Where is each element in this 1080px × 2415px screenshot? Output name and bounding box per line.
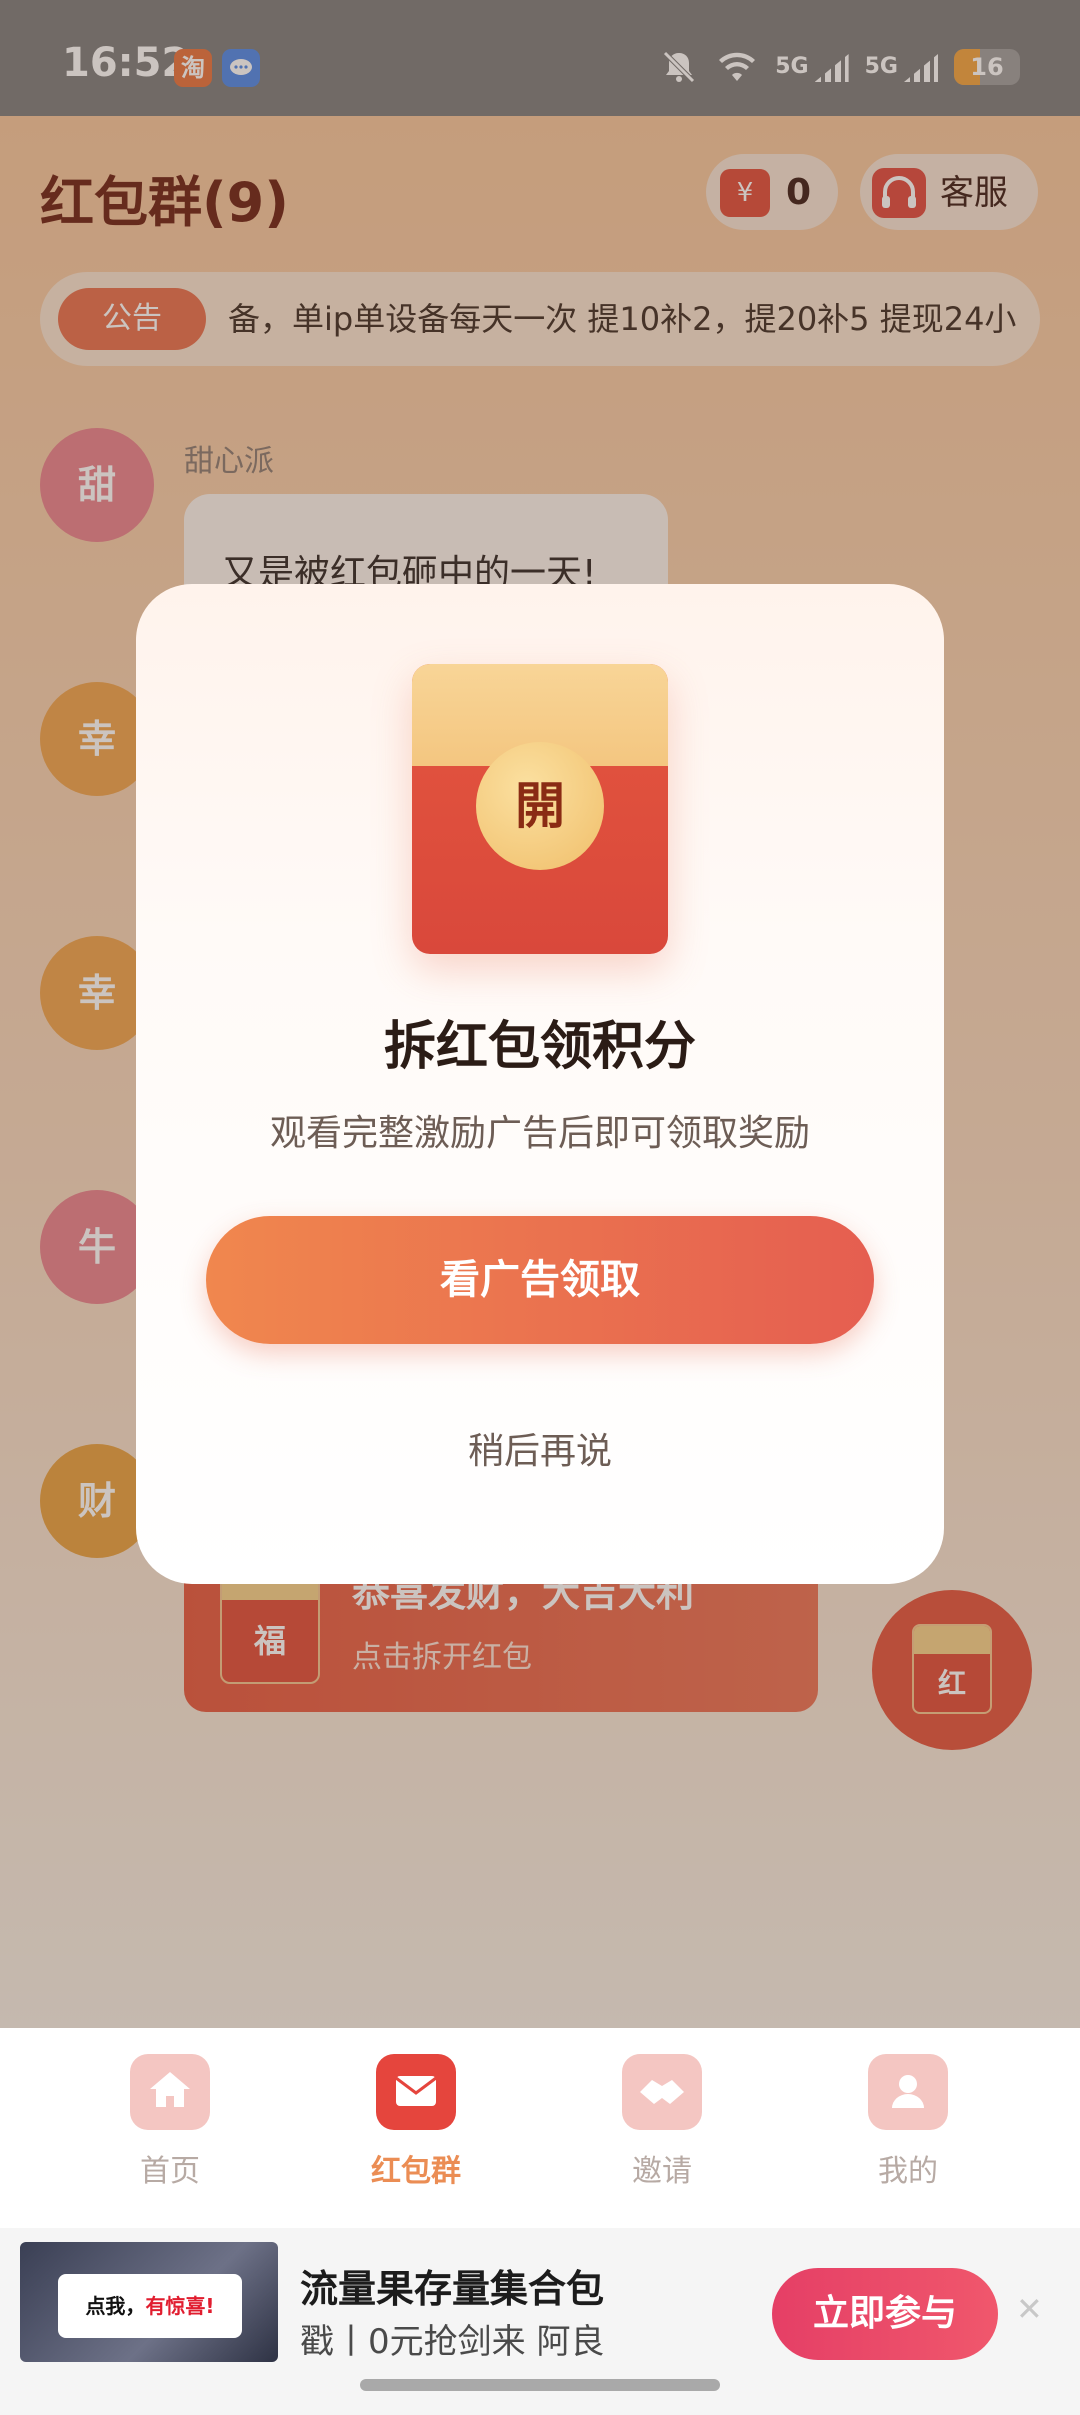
home-indicator[interactable]	[360, 2379, 720, 2391]
tab-invite[interactable]: 邀请	[562, 2054, 762, 2190]
dialog-description: 观看完整激励广告后即可领取奖励	[269, 1113, 810, 1154]
ad-subtitle: 戳丨0元抢剑来 阿良	[300, 2322, 605, 2362]
handshake-icon	[622, 2054, 702, 2130]
tab-label: 邀请	[632, 2154, 692, 2189]
maybe-later-button[interactable]: 稍后再说	[136, 1422, 944, 1474]
watch-ad-claim-button[interactable]: 看广告领取	[206, 1216, 874, 1344]
tab-home[interactable]: 首页	[70, 2054, 270, 2190]
tab-red-packet-group[interactable]: 红包群	[316, 2054, 516, 2190]
ad-title: 流量果存量集合包	[300, 2267, 605, 2311]
envelope-icon	[376, 2054, 456, 2130]
home-icon	[130, 2054, 210, 2130]
ad-thumb-text-red: 有惊喜!	[145, 2294, 215, 2318]
tab-profile[interactable]: 我的	[808, 2054, 1008, 2190]
tab-label: 我的	[878, 2154, 938, 2189]
ad-thumbnail-tag: 点我，有惊喜!	[58, 2274, 242, 2338]
person-icon	[868, 2054, 948, 2130]
tab-label: 红包群	[371, 2154, 461, 2189]
red-envelope-illustration: 開	[412, 664, 668, 954]
ad-thumbnail[interactable]: 点我，有惊喜!	[20, 2242, 278, 2362]
ad-thumb-text: 点我，	[85, 2294, 146, 2318]
open-red-packet-dialog: 開 拆红包领积分 观看完整激励广告后即可领取奖励 看广告领取 稍后再说	[136, 584, 944, 1584]
close-icon[interactable]: ✕	[1016, 2290, 1043, 2328]
dialog-title: 拆红包领积分	[383, 1017, 696, 1077]
bottom-tab-bar: 首页 红包群 邀请 我的	[0, 2028, 1080, 2228]
tab-label: 首页	[140, 2154, 200, 2189]
open-seal[interactable]: 開	[476, 742, 604, 870]
ad-join-button[interactable]: 立即参与	[772, 2268, 998, 2360]
